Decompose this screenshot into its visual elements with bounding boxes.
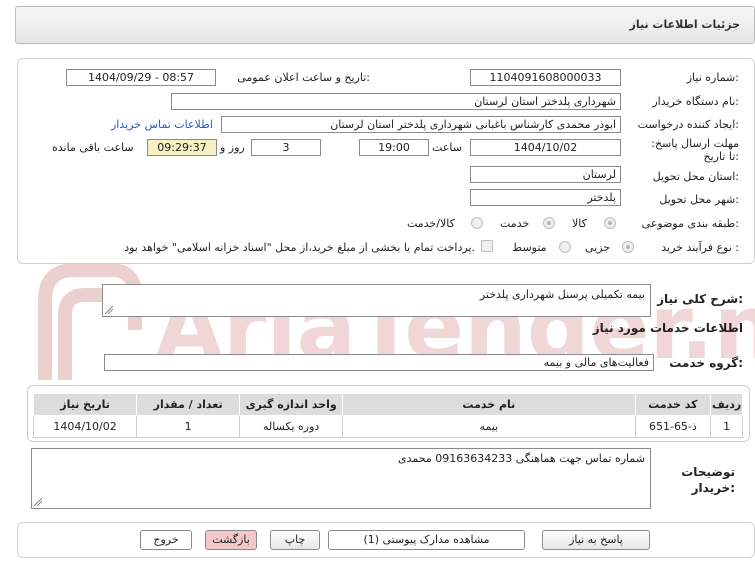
cell-name: بیمه	[342, 415, 636, 438]
col-quantity-header: تعداد / مقدار	[136, 393, 241, 416]
deadline-time-label: ساعت	[432, 141, 462, 154]
creator-label: ایجاد کننده درخواست:	[637, 118, 739, 131]
category-radio-goods[interactable]	[604, 217, 616, 229]
buyer-notes-text: شماره تماس جهت هماهنگی 09163634233 محمدی	[398, 452, 645, 465]
table-header-row: ردیف کد خدمت نام خدمت واحد اندازه گیری ت…	[32, 393, 743, 416]
col-row-header: ردیف	[710, 393, 743, 416]
col-unit-header: واحد اندازه گیری	[239, 393, 344, 416]
cell-date: 1404/10/02	[32, 415, 138, 438]
category-option-service: خدمت	[500, 217, 530, 230]
cell-row: 1	[710, 415, 743, 438]
print-button[interactable]: چاپ	[270, 530, 320, 550]
col-date-header: تاریخ نیاز	[32, 393, 138, 416]
col-name-header: نام خدمت	[342, 393, 636, 416]
resize-handle-icon[interactable]	[34, 498, 42, 506]
services-table: ردیف کد خدمت نام خدمت واحد اندازه گیری ت…	[32, 393, 743, 438]
need-number-field: 1104091608000033	[470, 69, 621, 86]
category-option-goods: کالا	[572, 217, 587, 230]
summary-textarea: بیمه تکمیلی پرسنل شهرداری پلدختر	[102, 284, 651, 317]
summary-text: بیمه تکمیلی پرسنل شهرداری پلدختر	[479, 288, 645, 301]
treasury-payment-checkbox[interactable]	[481, 240, 493, 252]
service-group-field: فعالیت‌های مالی و بیمه	[104, 354, 654, 371]
remaining-time-label: ساعت باقی مانده	[52, 141, 134, 154]
resize-handle-icon[interactable]	[105, 306, 113, 314]
category-label: طبقه بندی موضوعی:	[641, 217, 739, 230]
category-radio-goods-service[interactable]	[471, 217, 483, 229]
buyer-notes-textarea: شماره تماس جهت هماهنگی 09163634233 محمدی	[31, 448, 651, 509]
col-code-header: کد خدمت	[634, 393, 712, 416]
process-option-minor: جزیی	[585, 241, 611, 254]
days-remaining-field: 3	[251, 139, 321, 156]
delivery-city-field: پلدختر	[470, 189, 621, 206]
category-option-goods-service: کالا/خدمت	[407, 217, 455, 230]
creator-field: ابوذر محمدی کارشناس باغبانی شهرداری پلدخ…	[221, 116, 621, 133]
announce-datetime-field: 1404/09/29 - 08:57	[66, 69, 216, 86]
service-group-label: گروه خدمت:	[669, 356, 743, 370]
process-type-label: نوع فرآیند خرید :	[661, 241, 739, 254]
delivery-city-label: شهر محل تحویل:	[659, 193, 739, 206]
cell-quantity: 1	[136, 415, 241, 438]
process-option-medium: متوسط	[512, 241, 547, 254]
treasury-payment-note: پرداخت تمام یا بخشی از مبلغ خرید،از محل …	[124, 241, 475, 254]
deadline-time-field: 19:00	[359, 139, 429, 156]
exit-button[interactable]: خروج	[140, 530, 192, 550]
delivery-province-field: لرستان	[470, 166, 621, 183]
deadline-date-field: 1404/10/02	[470, 139, 621, 156]
back-button[interactable]: بازگشت	[205, 530, 257, 550]
reply-button[interactable]: پاسخ به نیاز	[542, 530, 650, 550]
category-radio-service[interactable]	[543, 217, 555, 229]
details-header: جزئیات اطلاعات نیاز	[15, 6, 755, 44]
need-number-label: شماره نیاز:	[686, 71, 739, 84]
delivery-province-label: استان محل تحویل:	[652, 170, 739, 183]
buyer-name-label: نام دستگاه خریدار:	[652, 95, 739, 108]
services-section-title: اطلاعات خدمات مورد نیاز	[592, 321, 743, 335]
process-radio-minor[interactable]	[622, 241, 634, 253]
process-radio-medium[interactable]	[559, 241, 571, 253]
page-title: جزئیات اطلاعات نیاز	[629, 18, 741, 31]
cell-unit: دوره یکساله	[239, 415, 344, 438]
need-info-panel	[17, 58, 755, 264]
deadline-label: مهلت ارسال پاسخ: تا تاریخ:	[651, 137, 739, 163]
announce-label: تاریخ و ساعت اعلان عمومی:	[237, 71, 370, 84]
cell-code: ذ-65-651	[634, 415, 712, 438]
attachments-button[interactable]: مشاهده مدارک پیوستی (1)	[328, 530, 525, 550]
summary-label: شرح کلی نیاز:	[657, 292, 743, 306]
table-row: 1 ذ-65-651 بیمه دوره یکساله 1 1404/10/02	[32, 415, 743, 438]
buyer-name-field: شهرداری پلدختر استان لرستان	[171, 93, 621, 110]
buyer-notes-label: توضیحات خریدار:	[681, 465, 735, 495]
buyer-contact-link[interactable]: اطلاعات تماس خریدار	[111, 118, 213, 131]
days-label: روز و	[220, 141, 245, 154]
remaining-time-field: 09:29:37	[147, 139, 217, 156]
